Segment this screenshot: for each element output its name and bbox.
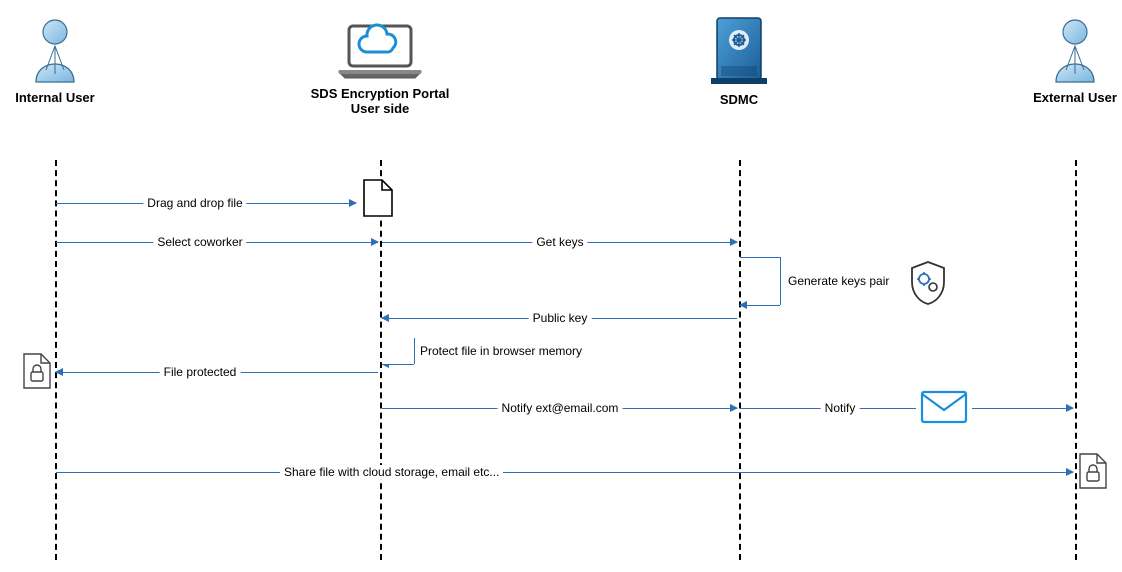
msg-notify2: Notify <box>821 401 860 415</box>
msg-pubkey: Public key <box>529 311 592 325</box>
lifeline-sdmc <box>739 160 741 560</box>
msg-drag: Drag and drop file <box>143 196 246 210</box>
arrow-share-file <box>56 472 1073 473</box>
envelope-icon <box>916 390 972 424</box>
actor-label: Internal User <box>15 90 95 105</box>
msg-protected: File protected <box>160 365 241 379</box>
actor-external-user: External User <box>1030 18 1120 105</box>
lifeline-internal <box>55 160 57 560</box>
msg-share: Share file with cloud storage, email etc… <box>280 465 503 479</box>
person-icon <box>1052 18 1098 84</box>
msg-getkeys: Get keys <box>532 235 587 249</box>
actor-label: SDMC <box>699 92 779 107</box>
file-lock-icon <box>1078 452 1108 490</box>
lifeline-external <box>1075 160 1077 560</box>
file-icon <box>362 178 394 218</box>
arrow-notify-external <box>740 408 1073 409</box>
sequence-diagram: Internal User SDS Encryption Portal User… <box>0 0 1122 572</box>
laptop-cloud-icon <box>335 22 425 80</box>
file-lock-icon <box>22 352 52 390</box>
shield-gears-icon <box>908 260 948 306</box>
actor-label: External User <box>1030 90 1120 105</box>
person-icon <box>32 18 78 84</box>
actor-portal: SDS Encryption Portal User side <box>300 22 460 116</box>
actor-label: SDS Encryption Portal User side <box>300 86 460 116</box>
msg-protect: Protect file in browser memory <box>420 344 582 358</box>
server-icon <box>711 14 767 86</box>
actor-sdmc: SDMC <box>699 14 779 107</box>
msg-genkeys: Generate keys pair <box>788 274 889 288</box>
actor-internal-user: Internal User <box>15 18 95 105</box>
msg-select: Select coworker <box>153 235 246 249</box>
msg-notify1: Notify ext@email.com <box>498 401 623 415</box>
